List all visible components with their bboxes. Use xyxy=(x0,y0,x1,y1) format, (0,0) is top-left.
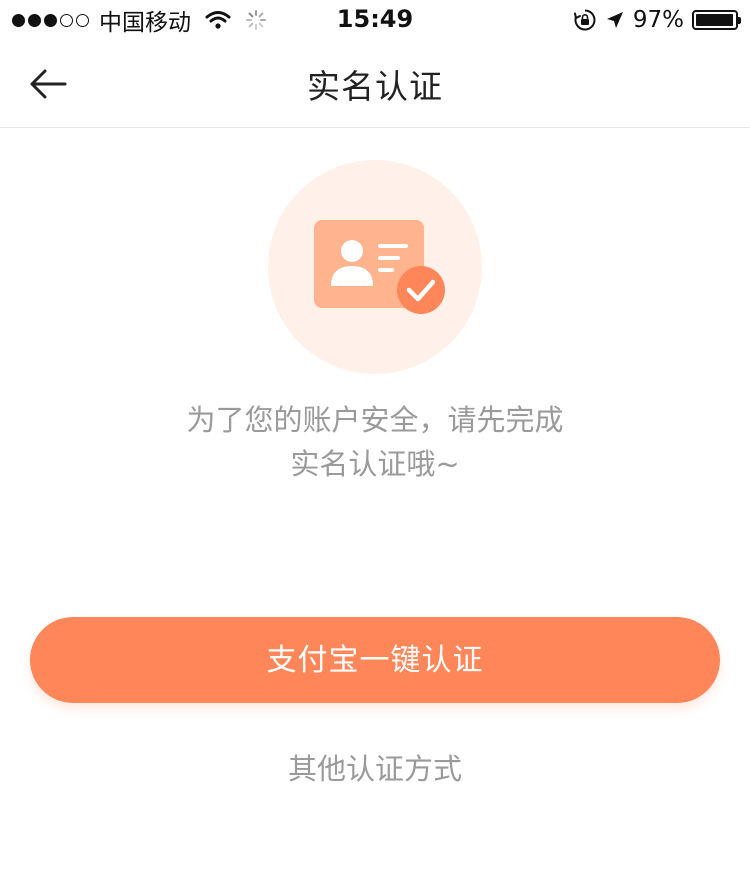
battery-icon xyxy=(692,10,741,30)
rotation-lock-icon xyxy=(573,9,596,31)
illustration-circle xyxy=(268,160,482,374)
id-card-verified-icon xyxy=(314,220,445,314)
message-line-1: 为了您的账户安全，请先完成 xyxy=(186,403,564,437)
battery-level xyxy=(696,14,733,26)
status-bar: 中国移动 15:49 97% xyxy=(0,0,750,40)
page-title: 实名认证 xyxy=(307,67,443,106)
alipay-verify-button[interactable]: 支付宝一键认证 xyxy=(30,617,720,703)
status-right: 97% xyxy=(573,6,741,34)
verification-message: 为了您的账户安全，请先完成 实名认证哦~ xyxy=(100,398,650,486)
navigation-bar: 实名认证 xyxy=(0,40,750,128)
message-line-2: 实名认证哦~ xyxy=(290,447,460,481)
location-arrow-icon xyxy=(606,12,623,28)
battery-percent: 97% xyxy=(632,7,684,33)
other-verification-link[interactable]: 其他认证方式 xyxy=(0,746,750,788)
